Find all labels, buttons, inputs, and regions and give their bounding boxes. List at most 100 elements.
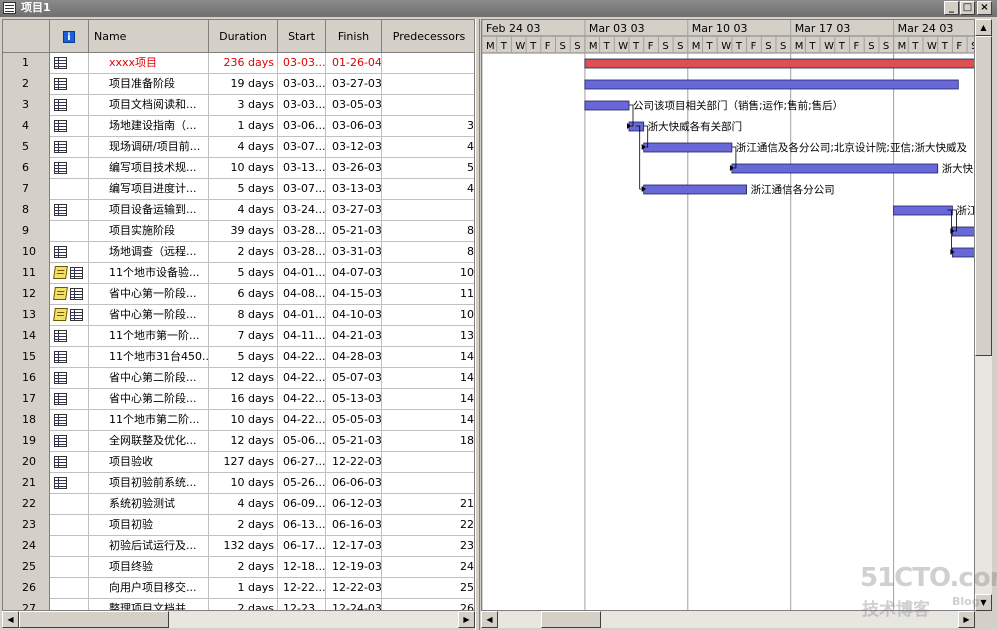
predecessors-cell[interactable]: 8 [382, 221, 474, 242]
task-name-cell[interactable]: 初验后试运行及... [89, 536, 209, 557]
duration-cell[interactable]: 1 days [209, 116, 278, 137]
predecessors-cell[interactable]: 10 [382, 305, 474, 326]
table-row[interactable]: 20 项目验收 127 days 06-27... 12-22-03 [3, 452, 474, 473]
table-row[interactable]: 22 系统初验测试 4 days 06-09... 06-12-03 21 [3, 494, 474, 515]
predecessors-cell[interactable]: 26 [382, 599, 474, 610]
task-name-cell[interactable]: 场地建设指南（... [89, 116, 209, 137]
table-row[interactable]: 8 项目设备运输到... 4 days 03-24... 03-27-03 [3, 200, 474, 221]
start-cell[interactable]: 03-07... [278, 137, 326, 158]
row-id-cell[interactable]: 11 [3, 263, 50, 284]
table-row[interactable]: 27 整理项目文档并... 2 days 12-23... 12-24-03 26 [3, 599, 474, 610]
row-id-cell[interactable]: 18 [3, 410, 50, 431]
duration-cell[interactable]: 19 days [209, 74, 278, 95]
row-id-cell[interactable]: 9 [3, 221, 50, 242]
finish-cell[interactable]: 03-12-03 [326, 137, 382, 158]
finish-cell[interactable]: 03-06-03 [326, 116, 382, 137]
start-cell[interactable]: 03-28... [278, 242, 326, 263]
duration-cell[interactable]: 127 days [209, 452, 278, 473]
predecessors-cell[interactable] [382, 53, 474, 74]
table-row[interactable]: 25 项目终验 2 days 12-18... 12-19-03 24 [3, 557, 474, 578]
duration-cell[interactable]: 39 days [209, 221, 278, 242]
predecessors-cell[interactable]: 4 [382, 179, 474, 200]
row-id-cell[interactable]: 15 [3, 347, 50, 368]
finish-cell[interactable]: 03-05-03 [326, 95, 382, 116]
table-row[interactable]: 7 编写项目进度计... 5 days 03-07... 03-13-03 4 [3, 179, 474, 200]
table-row[interactable]: 10 场地调查（远程... 2 days 03-28... 03-31-03 8 [3, 242, 474, 263]
start-cell[interactable]: 03-07... [278, 179, 326, 200]
indicators-cell[interactable] [50, 536, 89, 557]
finish-cell[interactable]: 01-26-04 [326, 53, 382, 74]
indicators-cell[interactable] [50, 599, 89, 610]
table-row[interactable]: 5 现场调研/项目前... 4 days 03-07... 03-12-03 4 [3, 137, 474, 158]
predecessors-cell[interactable]: 4 [382, 137, 474, 158]
indicators-cell[interactable] [50, 116, 89, 137]
task-name-cell[interactable]: 省中心第二阶段... [89, 368, 209, 389]
predecessors-column-header[interactable]: Predecessors [382, 20, 474, 53]
duration-cell[interactable]: 4 days [209, 494, 278, 515]
task-name-cell[interactable]: 项目实施阶段 [89, 221, 209, 242]
duration-cell[interactable]: 132 days [209, 536, 278, 557]
task-name-cell[interactable]: 场地调查（远程... [89, 242, 209, 263]
indicators-cell[interactable] [50, 557, 89, 578]
gantt-scroll-left-button[interactable]: ◀ [481, 611, 498, 628]
finish-cell[interactable]: 12-22-03 [326, 452, 382, 473]
row-id-cell[interactable]: 14 [3, 326, 50, 347]
duration-cell[interactable]: 8 days [209, 305, 278, 326]
indicators-cell[interactable] [50, 515, 89, 536]
predecessors-cell[interactable]: 11 [382, 284, 474, 305]
task-name-cell[interactable]: 项目验收 [89, 452, 209, 473]
task-name-cell[interactable]: 编写项目技术规... [89, 158, 209, 179]
row-id-cell[interactable]: 5 [3, 137, 50, 158]
finish-cell[interactable]: 06-06-03 [326, 473, 382, 494]
indicators-cell[interactable] [50, 158, 89, 179]
table-row[interactable]: 26 向用户项目移交... 1 days 12-22... 12-22-03 25 [3, 578, 474, 599]
finish-cell[interactable]: 06-16-03 [326, 515, 382, 536]
predecessors-cell[interactable]: 14 [382, 410, 474, 431]
finish-cell[interactable]: 05-07-03 [326, 368, 382, 389]
table-row[interactable]: 9 项目实施阶段 39 days 03-28... 05-21-03 8 [3, 221, 474, 242]
task-name-cell[interactable]: xxxx项目 [89, 53, 209, 74]
indicators-cell[interactable] [50, 242, 89, 263]
table-row[interactable]: 16 省中心第二阶段... 12 days 04-22... 05-07-03 14 [3, 368, 474, 389]
task-name-cell[interactable]: 整理项目文档并... [89, 599, 209, 610]
start-cell[interactable]: 05-06... [278, 431, 326, 452]
start-cell[interactable]: 05-26... [278, 473, 326, 494]
row-id-cell[interactable]: 19 [3, 431, 50, 452]
duration-cell[interactable]: 2 days [209, 557, 278, 578]
task-name-cell[interactable]: 项目准备阶段 [89, 74, 209, 95]
task-name-cell[interactable]: 省中心第二阶段... [89, 389, 209, 410]
table-scroll-right-button[interactable]: ▶ [458, 611, 475, 628]
start-cell[interactable]: 12-23... [278, 599, 326, 610]
task-name-cell[interactable]: 11个地市设备验... [89, 263, 209, 284]
duration-cell[interactable]: 16 days [209, 389, 278, 410]
start-column-header[interactable]: Start [278, 20, 326, 53]
start-cell[interactable]: 03-03... [278, 53, 326, 74]
table-row[interactable]: 2 项目准备阶段 19 days 03-03... 03-27-03 [3, 74, 474, 95]
table-row[interactable]: 17 省中心第二阶段... 16 days 04-22... 05-13-03 14 [3, 389, 474, 410]
table-row[interactable]: 6 编写项目技术规... 10 days 03-13... 03-26-03 5 [3, 158, 474, 179]
row-id-cell[interactable]: 16 [3, 368, 50, 389]
duration-cell[interactable]: 2 days [209, 515, 278, 536]
duration-cell[interactable]: 4 days [209, 137, 278, 158]
start-cell[interactable]: 03-03... [278, 95, 326, 116]
table-scroll-left-button[interactable]: ◀ [2, 611, 19, 628]
duration-cell[interactable]: 5 days [209, 347, 278, 368]
finish-cell[interactable]: 03-26-03 [326, 158, 382, 179]
table-row[interactable]: 4 场地建设指南（... 1 days 03-06... 03-06-03 3 [3, 116, 474, 137]
close-button[interactable]: × [977, 1, 992, 15]
finish-cell[interactable]: 12-17-03 [326, 536, 382, 557]
finish-column-header[interactable]: Finish [326, 20, 382, 53]
start-cell[interactable]: 06-13... [278, 515, 326, 536]
table-row[interactable]: 15 11个地市31台450... 5 days 04-22... 04-28-03 14 [3, 347, 474, 368]
duration-cell[interactable]: 236 days [209, 53, 278, 74]
finish-cell[interactable]: 03-31-03 [326, 242, 382, 263]
duration-cell[interactable]: 10 days [209, 410, 278, 431]
indicators-cell[interactable] [50, 494, 89, 515]
vertical-scrollbar[interactable]: ▲ ▼ [975, 19, 992, 611]
row-id-cell[interactable]: 23 [3, 515, 50, 536]
row-id-cell[interactable]: 10 [3, 242, 50, 263]
predecessors-cell[interactable]: 24 [382, 557, 474, 578]
row-id-cell[interactable]: 8 [3, 200, 50, 221]
finish-cell[interactable]: 03-27-03 [326, 200, 382, 221]
duration-cell[interactable]: 12 days [209, 431, 278, 452]
